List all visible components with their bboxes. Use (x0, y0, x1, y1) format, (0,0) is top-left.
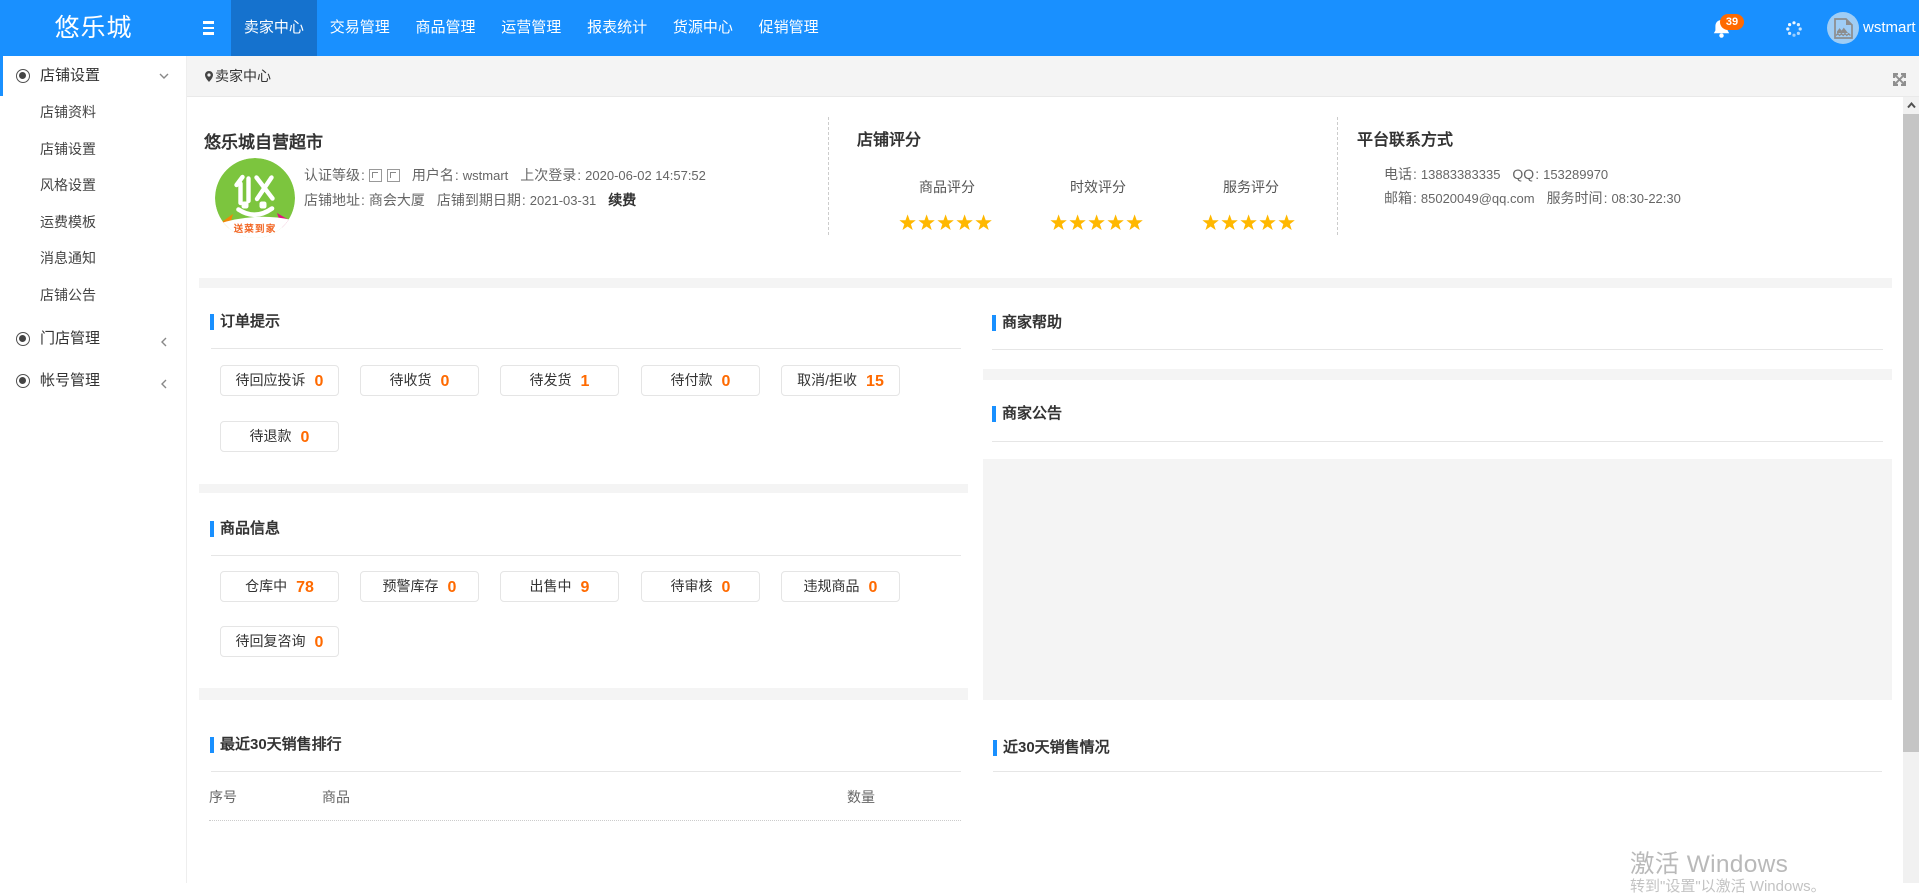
svg-text:送菜到家: 送菜到家 (233, 223, 277, 235)
